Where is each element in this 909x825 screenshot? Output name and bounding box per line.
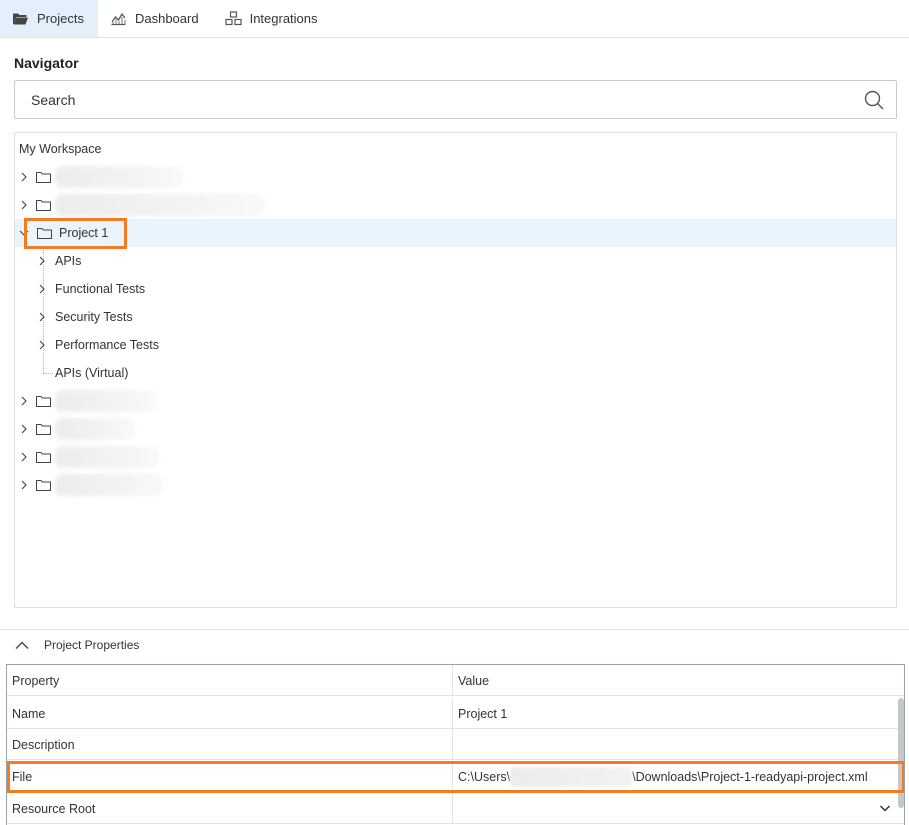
tree-item-security-tests[interactable]: Security Tests	[15, 303, 896, 331]
chevron-right-icon[interactable]	[37, 312, 47, 322]
property-key: Resource Root	[7, 793, 453, 824]
tab-projects[interactable]: Projects	[0, 0, 98, 37]
folder-icon	[36, 200, 51, 211]
chevron-down-icon[interactable]	[879, 803, 891, 813]
column-header-value[interactable]: Value	[453, 665, 898, 696]
top-tab-bar: Projects Dashboard Integrations	[0, 0, 909, 38]
search-icon[interactable]	[864, 90, 884, 110]
tab-dashboard-label: Dashboard	[134, 11, 199, 26]
chevron-up-icon[interactable]	[14, 640, 30, 650]
property-key: Description	[7, 729, 453, 760]
column-header-property[interactable]: Property	[7, 665, 453, 696]
tree-item-project[interactable]	[15, 443, 896, 471]
chart-icon	[111, 12, 126, 26]
tree-item-apis[interactable]: APIs	[15, 247, 896, 275]
tree-item-performance-tests[interactable]: Performance Tests	[15, 331, 896, 359]
chevron-right-icon[interactable]	[37, 284, 47, 294]
table-row[interactable]: Description	[7, 729, 904, 760]
table-row[interactable]: Name Project 1	[7, 698, 904, 729]
tree-item-project[interactable]	[15, 191, 896, 219]
tab-projects-label: Projects	[37, 11, 84, 26]
tree-item-label: Functional Tests	[55, 282, 146, 296]
chevron-right-icon[interactable]	[19, 452, 29, 462]
folder-icon	[36, 396, 51, 407]
section-divider	[0, 629, 909, 630]
tab-integrations[interactable]: Integrations	[213, 0, 332, 37]
project-properties-title: Project Properties	[44, 638, 140, 652]
chevron-right-icon[interactable]	[19, 172, 29, 182]
tree-item-project-1[interactable]: Project 1	[15, 219, 896, 247]
tree-item-functional-tests[interactable]: Functional Tests	[15, 275, 896, 303]
highlight-box-project	[24, 218, 127, 249]
navigator-title: Navigator	[14, 55, 79, 71]
chevron-right-icon[interactable]	[37, 340, 47, 350]
tree-item-label: APIs (Virtual)	[55, 366, 129, 380]
redacted-project-name	[55, 390, 157, 412]
properties-table: Property Value Name Project 1 Descriptio…	[6, 664, 905, 825]
folder-icon	[36, 172, 51, 183]
folder-icon	[36, 424, 51, 435]
chevron-right-icon[interactable]	[37, 256, 47, 266]
workspace-tree: My Workspace Project 1 APIs Functional T…	[14, 132, 897, 608]
table-header-row: Property Value	[7, 665, 904, 696]
tab-dashboard[interactable]: Dashboard	[98, 0, 213, 37]
tree-item-project[interactable]	[15, 415, 896, 443]
search-box	[14, 80, 897, 119]
tree-item-apis-virtual[interactable]: APIs (Virtual)	[15, 359, 896, 387]
search-input[interactable]	[31, 91, 831, 108]
table-row[interactable]: Resource Root	[7, 793, 904, 824]
tree-item-project[interactable]	[15, 163, 896, 191]
tree-item-label: Performance Tests	[55, 338, 159, 352]
tree-item-project[interactable]	[15, 387, 896, 415]
tab-integrations-label: Integrations	[249, 11, 318, 26]
tree-item-project[interactable]	[15, 471, 896, 499]
chevron-right-icon[interactable]	[19, 480, 29, 490]
workspace-root[interactable]: My Workspace	[19, 142, 101, 156]
tree-item-label: Security Tests	[55, 310, 133, 324]
redacted-project-name	[55, 166, 183, 188]
chevron-right-icon[interactable]	[19, 200, 29, 210]
chevron-right-icon[interactable]	[19, 424, 29, 434]
property-value[interactable]: Project 1	[453, 698, 898, 729]
property-value[interactable]	[453, 729, 898, 760]
integrations-icon	[224, 11, 242, 26]
redacted-project-name	[55, 446, 159, 468]
redacted-project-name	[55, 418, 135, 440]
chevron-right-icon[interactable]	[19, 396, 29, 406]
highlight-box-file	[7, 761, 904, 793]
project-properties-header[interactable]: Project Properties	[14, 638, 139, 652]
redacted-project-name	[55, 474, 163, 496]
tree-item-label: APIs	[55, 254, 82, 268]
folder-open-icon	[13, 13, 28, 25]
property-value[interactable]	[453, 793, 898, 824]
folder-icon	[36, 452, 51, 463]
property-key: Name	[7, 698, 453, 729]
redacted-project-name	[55, 194, 265, 216]
folder-icon	[36, 480, 51, 491]
